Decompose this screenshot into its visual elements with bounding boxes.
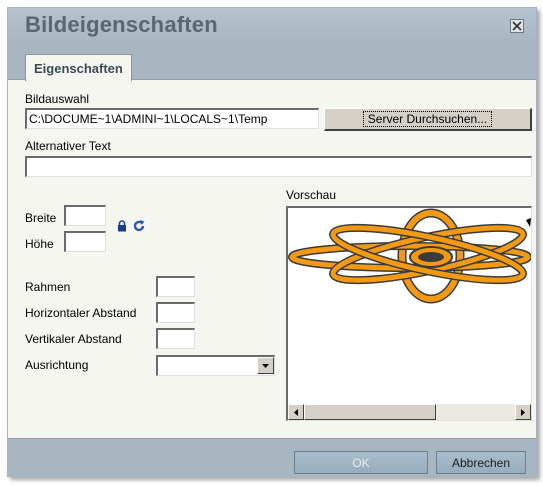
- border-input[interactable]: [156, 276, 195, 297]
- hspace-input[interactable]: [156, 302, 195, 323]
- preview-label: Vorschau: [286, 188, 337, 202]
- vspace-label: Vertikaler Abstand: [25, 332, 122, 346]
- dialog-titlebar: Bildeigenschaften: [8, 8, 536, 44]
- lock-icon[interactable]: [117, 220, 127, 232]
- close-icon[interactable]: [510, 19, 524, 33]
- ok-button[interactable]: OK: [294, 451, 428, 474]
- align-select[interactable]: [156, 355, 275, 376]
- chevron-down-icon[interactable]: [257, 357, 274, 374]
- server-browse-button[interactable]: Server Durchsuchen...: [324, 108, 532, 131]
- preview-box: [286, 206, 532, 421]
- preview-horizontal-scrollbar[interactable]: [288, 404, 531, 420]
- tab-strip: Eigenschaften: [8, 44, 536, 81]
- align-label: Ausrichtung: [25, 358, 89, 372]
- scroll-right-icon[interactable]: [515, 404, 531, 420]
- server-browse-button-label: Server Durchsuchen...: [362, 111, 493, 127]
- alt-text-label: Alternativer Text: [25, 139, 111, 153]
- height-input[interactable]: [64, 231, 106, 252]
- width-label: Breite: [25, 211, 57, 225]
- image-url-input[interactable]: C:\DOCUME~1\ADMINI~1\LOCALS~1\Temp: [25, 108, 319, 129]
- reset-size-icon[interactable]: [132, 219, 146, 233]
- width-input[interactable]: [64, 205, 106, 226]
- dialog-footer: OK Abbrechen: [8, 438, 536, 477]
- border-label: Rahmen: [25, 280, 71, 294]
- atom-logo-image: [288, 208, 531, 304]
- dialog-title: Bildeigenschaften: [25, 12, 218, 37]
- tab-eigenschaften[interactable]: Eigenschaften: [25, 54, 132, 81]
- scroll-left-icon[interactable]: [288, 404, 304, 420]
- scrollbar-thumb[interactable]: [304, 404, 436, 420]
- vspace-input[interactable]: [156, 328, 195, 349]
- height-label: Höhe: [25, 237, 54, 251]
- hspace-label: Horizontaler Abstand: [25, 306, 137, 320]
- cancel-button[interactable]: Abbrechen: [436, 451, 526, 474]
- alt-text-input[interactable]: [25, 156, 532, 177]
- image-url-label: Bildauswahl: [25, 92, 90, 106]
- image-properties-dialog: Bildeigenschaften Eigenschaften Bildausw…: [7, 7, 537, 477]
